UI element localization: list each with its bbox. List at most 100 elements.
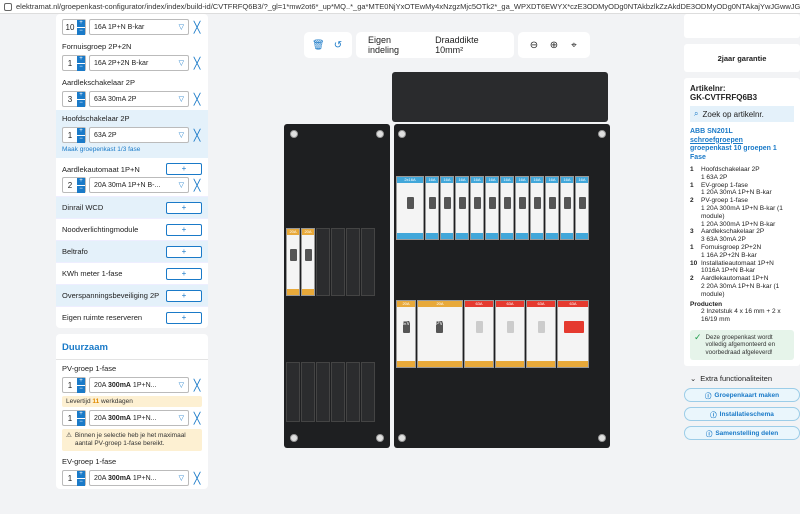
quantity-value[interactable]: 10: [63, 23, 77, 32]
phase-switch-link[interactable]: Maak groepenkast 1/3 fase: [62, 144, 202, 156]
decrement-button[interactable]: −: [77, 479, 85, 486]
main-switch-module[interactable]: 63A: [557, 300, 589, 368]
breaker-module[interactable]: 16A: [425, 176, 439, 240]
breaker-module[interactable]: 16A: [515, 176, 529, 240]
quantity-value[interactable]: 1: [63, 59, 77, 68]
breaker-module[interactable]: 20A: [301, 228, 315, 296]
rcd-module[interactable]: 63A: [464, 300, 494, 368]
variant-select[interactable]: 16A 1P+N B-kar ▽: [89, 19, 189, 35]
blank-module[interactable]: [361, 362, 375, 422]
variant-select[interactable]: 20A 300mA 1P+N... ▽: [89, 377, 189, 393]
blank-module[interactable]: [316, 362, 330, 422]
variant-select[interactable]: 20A 300mA 1P+N... ▽: [89, 470, 189, 486]
remove-button[interactable]: ╳: [192, 57, 202, 70]
quantity-stepper[interactable]: 1 + −: [62, 410, 86, 426]
increment-button[interactable]: +: [77, 411, 85, 418]
remove-button[interactable]: ╳: [192, 379, 202, 392]
breaker-module[interactable]: 16A: [440, 176, 454, 240]
increment-button[interactable]: +: [77, 92, 85, 99]
site-info-icon[interactable]: [4, 2, 12, 11]
decrement-button[interactable]: −: [77, 186, 85, 193]
add-button[interactable]: +: [166, 245, 202, 258]
increment-button[interactable]: +: [77, 56, 85, 63]
add-button[interactable]: +: [166, 201, 202, 214]
article-search[interactable]: ⌕ Zoek op artikelnr.: [690, 106, 794, 122]
quantity-stepper[interactable]: 1 + −: [62, 55, 86, 71]
blank-module[interactable]: [286, 362, 300, 422]
pv-breaker-module[interactable]: 20A PV: [417, 300, 463, 368]
blank-module[interactable]: [346, 228, 360, 296]
decrement-button[interactable]: −: [77, 28, 85, 35]
custom-layout-button[interactable]: Eigen indeling: [364, 35, 423, 55]
make-card-button[interactable]: ⓘ Groepenkaart maken: [684, 388, 800, 403]
variant-select[interactable]: 16A 2P+2N B-kar ▽: [89, 55, 189, 71]
install-schema-button[interactable]: ⓘ Installatieschema: [684, 407, 800, 422]
breaker-module[interactable]: 16A: [485, 176, 499, 240]
quantity-stepper[interactable]: 10 + −: [62, 19, 86, 35]
blank-module[interactable]: [331, 228, 345, 296]
decrement-button[interactable]: −: [77, 386, 85, 393]
variant-select[interactable]: 20A 300mA 1P+N... ▽: [89, 410, 189, 426]
variant-select[interactable]: 20A 30mA 1P+N B-... ▽: [89, 177, 189, 193]
blank-module[interactable]: [361, 228, 375, 296]
rcd-module[interactable]: 63A: [495, 300, 525, 368]
extra-features-toggle[interactable]: ⌄ Extra functionaliteiten: [684, 374, 800, 383]
breaker-module[interactable]: 2x16A: [396, 176, 424, 240]
remove-button[interactable]: ╳: [192, 412, 202, 425]
increment-button[interactable]: +: [77, 178, 85, 185]
breaker-module[interactable]: 16A: [470, 176, 484, 240]
quantity-value[interactable]: 2: [63, 181, 77, 190]
quantity-value[interactable]: 1: [63, 474, 77, 483]
undo-icon[interactable]: ↺: [332, 40, 344, 51]
breaker-module[interactable]: 16A: [500, 176, 514, 240]
product-link[interactable]: schroefgroepen: [690, 137, 794, 146]
remove-button[interactable]: ╳: [192, 179, 202, 192]
trash-icon[interactable]: 🗑: [312, 40, 325, 51]
blank-module[interactable]: [316, 228, 330, 296]
remove-button[interactable]: ╳: [192, 472, 202, 485]
remove-button[interactable]: ╳: [192, 93, 202, 106]
increment-button[interactable]: +: [77, 471, 85, 478]
add-button[interactable]: +: [166, 163, 202, 175]
quantity-stepper[interactable]: 3 + −: [62, 91, 86, 107]
quantity-stepper[interactable]: 2 + −: [62, 177, 86, 193]
quantity-stepper[interactable]: 1 + −: [62, 127, 86, 143]
variant-select[interactable]: 63A 2P ▽: [89, 127, 189, 143]
decrement-button[interactable]: −: [77, 136, 85, 143]
address-bar[interactable]: elektramat.nl/groepenkast-configurator/i…: [0, 0, 800, 14]
blank-module[interactable]: [346, 362, 360, 422]
decrement-button[interactable]: −: [77, 419, 85, 426]
quantity-stepper[interactable]: 1 + −: [62, 377, 86, 393]
add-button[interactable]: +: [166, 311, 202, 324]
rcd-module[interactable]: 63A: [526, 300, 556, 368]
breaker-module[interactable]: 16A: [575, 176, 589, 240]
quantity-value[interactable]: 3: [63, 95, 77, 104]
increment-button[interactable]: +: [77, 128, 85, 135]
add-button[interactable]: +: [166, 267, 202, 280]
breaker-module[interactable]: 16A: [455, 176, 469, 240]
blank-module[interactable]: [301, 362, 315, 422]
recenter-icon[interactable]: ⌖: [568, 40, 580, 51]
remove-button[interactable]: ╳: [192, 21, 202, 34]
share-composition-button[interactable]: ⓘ Samenstelling delen: [684, 426, 800, 441]
quantity-value[interactable]: 1: [63, 414, 77, 423]
breaker-module[interactable]: 20A: [286, 228, 300, 296]
quantity-stepper[interactable]: 1 + −: [62, 470, 86, 486]
add-button[interactable]: +: [166, 223, 202, 236]
increment-button[interactable]: +: [77, 378, 85, 385]
add-button[interactable]: +: [166, 289, 202, 302]
breaker-module[interactable]: 16A: [560, 176, 574, 240]
quantity-value[interactable]: 1: [63, 381, 77, 390]
decrement-button[interactable]: −: [77, 100, 85, 107]
decrement-button[interactable]: −: [77, 64, 85, 71]
zoom-in-icon[interactable]: ⊕: [548, 40, 560, 51]
wire-thickness-button[interactable]: Draaddikte 10mm²: [431, 35, 506, 55]
breaker-module[interactable]: 16A: [530, 176, 544, 240]
variant-select[interactable]: 63A 30mA 2P ▽: [89, 91, 189, 107]
ev-breaker-module[interactable]: 20A EV: [396, 300, 416, 368]
quantity-value[interactable]: 1: [63, 131, 77, 140]
zoom-out-icon[interactable]: ⊖: [528, 40, 540, 51]
remove-button[interactable]: ╳: [192, 129, 202, 142]
breaker-module[interactable]: 16A: [545, 176, 559, 240]
blank-module[interactable]: [331, 362, 345, 422]
